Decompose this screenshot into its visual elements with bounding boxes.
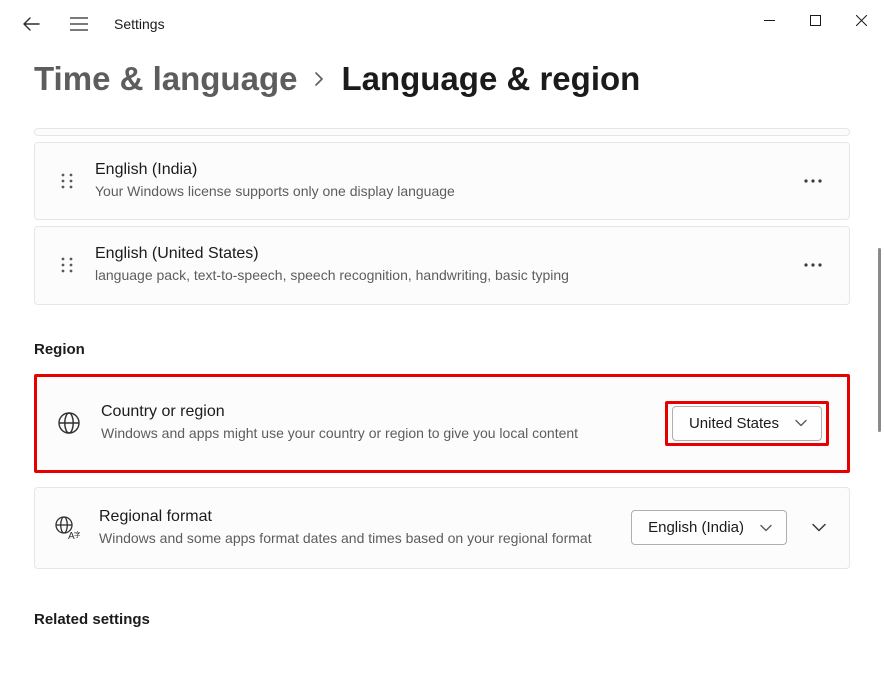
drag-handle-icon[interactable] [51,172,83,190]
drag-handle-icon[interactable] [51,256,83,274]
close-button[interactable] [838,2,884,38]
regional-format-card[interactable]: A字 Regional format Windows and some apps… [34,487,850,569]
more-button[interactable] [795,247,831,283]
menu-button[interactable] [66,11,92,37]
country-title: Country or region [101,403,665,421]
language-title: English (United States) [95,245,795,263]
scrollbar[interactable] [872,130,884,650]
chevron-down-icon [812,523,826,532]
format-title: Regional format [99,508,631,526]
breadcrumb-parent[interactable]: Time & language [34,60,297,98]
svg-text:字: 字 [74,530,80,539]
minimize-icon [764,15,775,26]
scrollbar-thumb[interactable] [878,248,881,432]
format-value: English (India) [648,519,744,536]
format-text: Regional format Windows and some apps fo… [99,508,631,548]
main-content: English (India) Your Windows license sup… [0,110,884,628]
maximize-button[interactable] [792,2,838,38]
region-heading: Region [34,341,850,358]
chevron-down-icon [795,419,807,427]
format-dropdown[interactable]: English (India) [631,510,787,545]
country-text: Country or region Windows and apps might… [101,403,665,443]
chevron-right-icon [313,70,325,93]
more-icon [804,263,822,267]
back-button[interactable] [18,11,44,37]
app-title: Settings [114,16,165,32]
language-item[interactable]: English (United States) language pack, t… [34,226,850,304]
language-title: English (India) [95,161,795,179]
breadcrumb-current: Language & region [341,60,640,98]
language-item[interactable]: English (India) Your Windows license sup… [34,142,850,220]
country-value: United States [689,415,779,432]
related-heading: Related settings [34,611,850,628]
country-subtitle: Windows and apps might use your country … [101,423,601,443]
back-arrow-icon [22,15,40,33]
minimize-button[interactable] [746,2,792,38]
language-text: English (India) Your Windows license sup… [95,161,795,201]
globe-language-icon: A字 [51,515,83,541]
expand-button[interactable] [807,516,831,540]
breadcrumb: Time & language Language & region [0,48,884,110]
more-button[interactable] [795,163,831,199]
globe-icon [53,411,85,435]
maximize-icon [810,15,821,26]
format-subtitle: Windows and some apps format dates and t… [99,528,599,548]
country-region-card[interactable]: Country or region Windows and apps might… [34,374,850,473]
clipped-card [34,128,850,136]
window-controls [746,0,884,40]
language-subtitle: Your Windows license supports only one d… [95,181,795,201]
more-icon [804,179,822,183]
country-dropdown-highlight: United States [665,401,829,446]
language-text: English (United States) language pack, t… [95,245,795,285]
country-dropdown[interactable]: United States [672,406,822,441]
chevron-down-icon [760,524,772,532]
language-subtitle: language pack, text-to-speech, speech re… [95,265,795,285]
hamburger-icon [70,17,88,31]
close-icon [856,15,867,26]
